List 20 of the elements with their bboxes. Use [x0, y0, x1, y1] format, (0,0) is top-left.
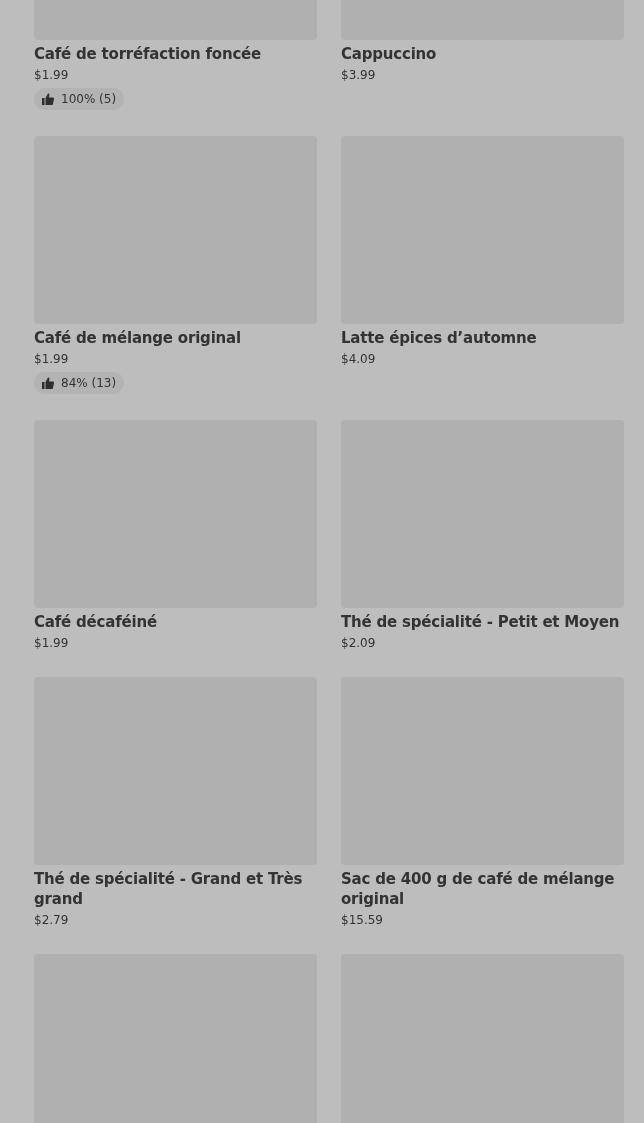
item-price: $4.09	[341, 351, 377, 368]
item-name: Thé de spécialité - Petit et Moyen	[341, 612, 621, 632]
item-price: $15.59	[341, 912, 384, 929]
item-price: $2.09	[341, 635, 377, 652]
item-price: $1.99	[34, 67, 70, 84]
item-name: Café de torréfaction foncée	[34, 44, 263, 64]
item-name: Café de mélange original	[34, 328, 242, 348]
item-name: Thé de spécialité - Grand et Très grand	[34, 869, 304, 909]
thumbs-up-icon	[42, 93, 54, 105]
item-name: Cappuccino	[341, 44, 438, 64]
item-price: $1.99	[34, 351, 70, 368]
item-price: $1.99	[34, 635, 70, 652]
item-price: $3.99	[341, 67, 377, 84]
item-name: Café décaféiné	[34, 612, 158, 632]
rating-text: 100% (5)	[61, 92, 117, 106]
rating-text: 84% (13)	[61, 376, 117, 390]
thumbs-up-icon	[42, 377, 54, 389]
item-name: Sac de 400 g de café de mélange original	[341, 869, 616, 909]
item-name: Latte épices d’automne	[341, 328, 538, 348]
item-price: $2.79	[34, 912, 70, 929]
